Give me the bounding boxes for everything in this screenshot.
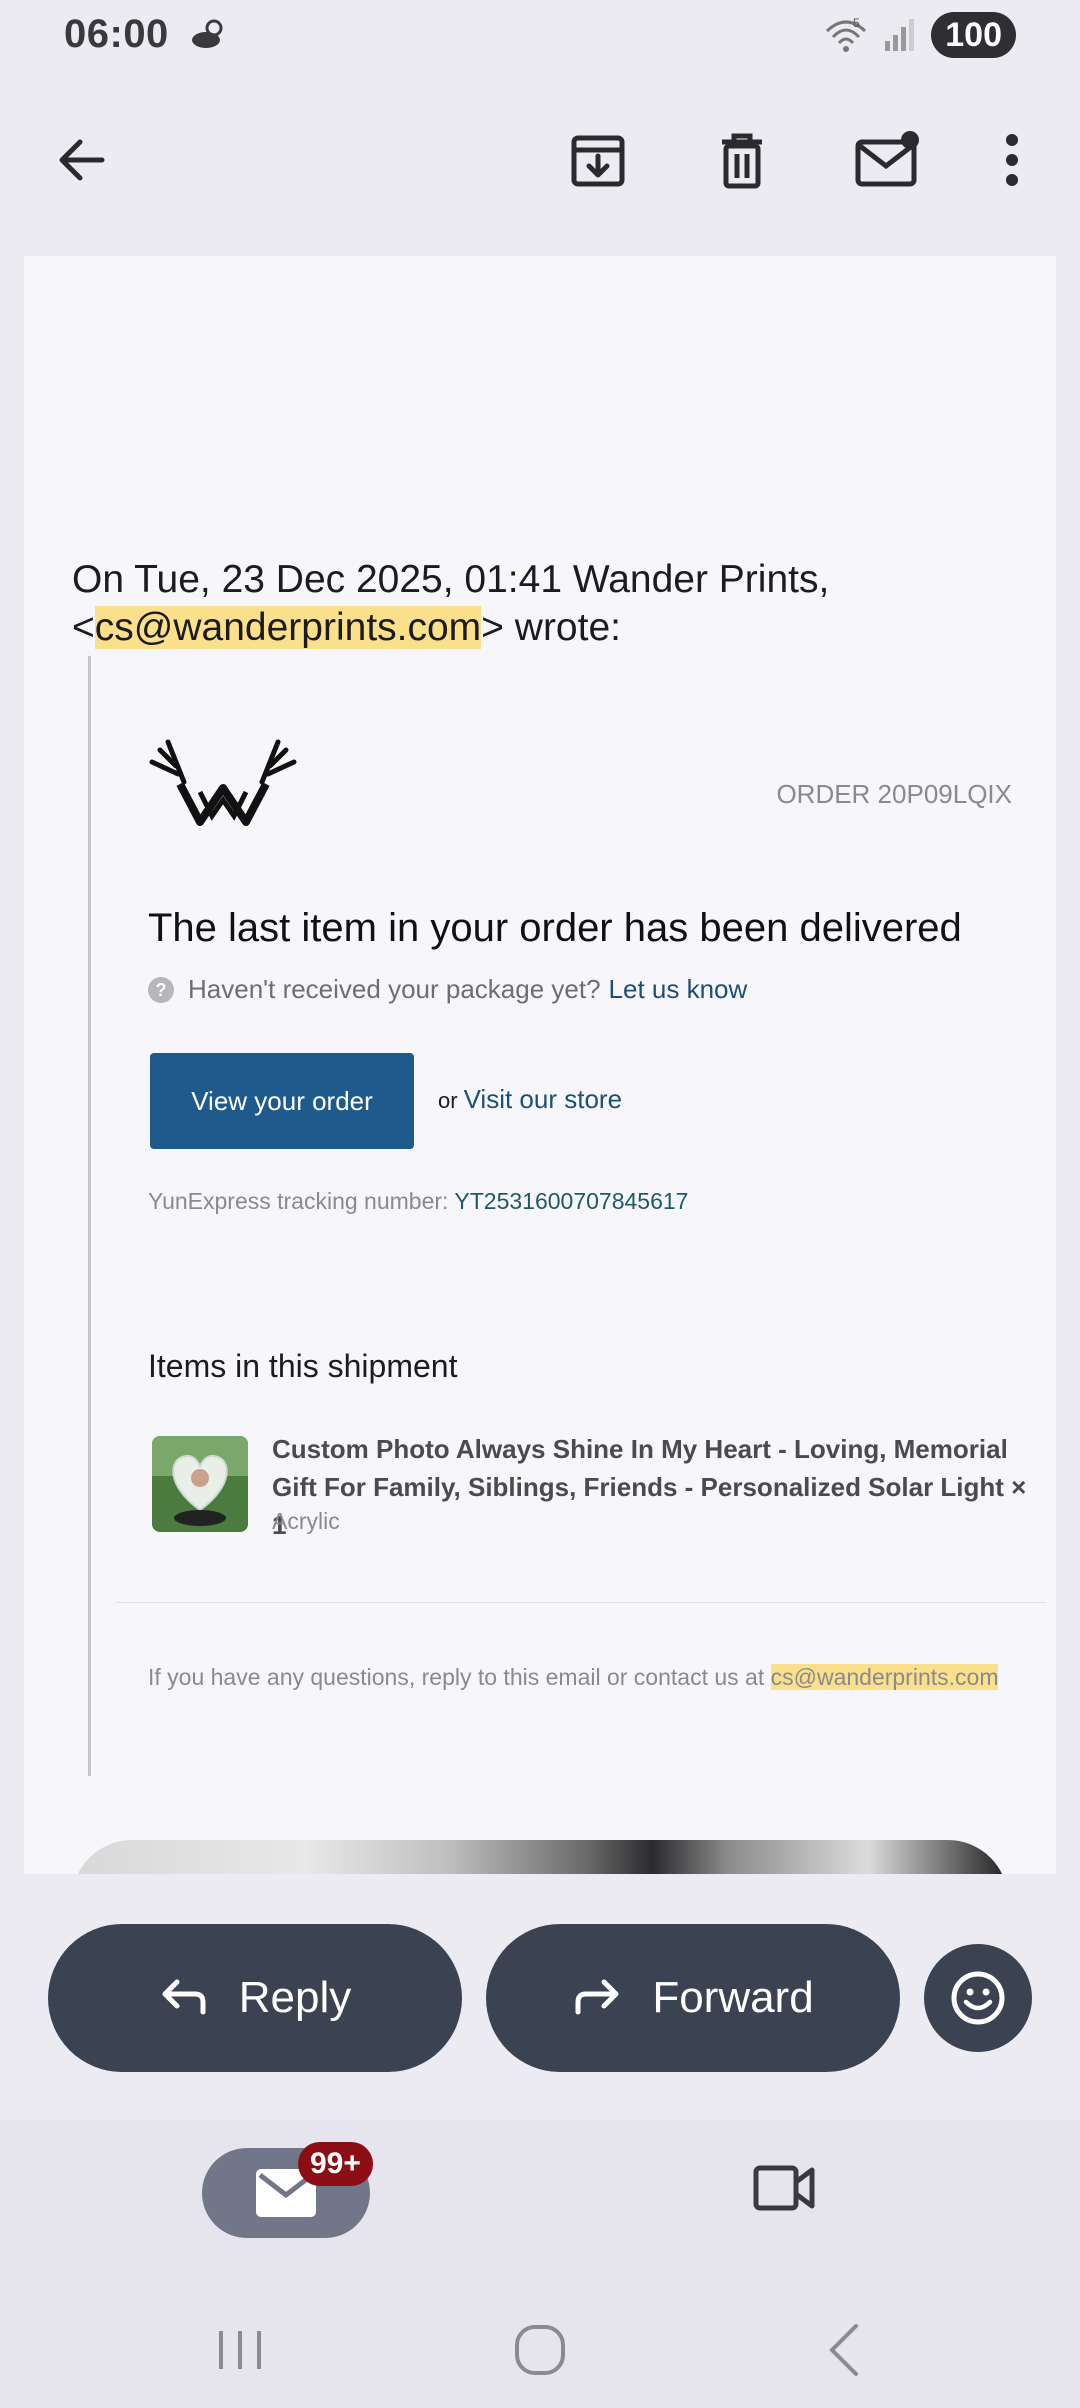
not-received-text: Haven't received your package yet? (188, 974, 601, 1004)
forward-button[interactable]: Forward (486, 1924, 900, 2072)
or-text: or (438, 1088, 458, 1113)
or-visit-store: or Visit our store (438, 1084, 622, 1115)
app-bar (0, 100, 1080, 220)
items-heading: Items in this shipment (148, 1348, 458, 1384)
system-back-icon[interactable] (804, 2310, 884, 2390)
battery-level: 100 (931, 12, 1016, 58)
not-received-line: ? Haven't received your package yet? Let… (148, 974, 747, 1005)
emoji-reaction-button[interactable] (924, 1944, 1032, 2052)
quote-email-link[interactable]: cs@wanderprints.com (94, 606, 482, 649)
item-thumbnail (152, 1436, 248, 1532)
unread-badge: 99+ (298, 2142, 373, 2186)
status-bar: 06:00 5 100 (0, 0, 1080, 72)
smiley-icon (951, 1971, 1005, 2025)
visit-store-link[interactable]: Visit our store (464, 1084, 622, 1114)
status-icons: 5 100 (823, 12, 1016, 58)
contact-email-link[interactable]: cs@wanderprints.com (770, 1664, 999, 1690)
tracking-label: YunExpress tracking number: (148, 1188, 449, 1214)
video-camera-icon (753, 2165, 815, 2211)
item-name: Custom Photo Always Shine In My Heart - … (272, 1434, 1027, 1540)
tracking-line: YunExpress tracking number: YT2531600707… (148, 1188, 688, 1215)
item-variant: Acrylic (272, 1508, 340, 1534)
quote-tail: > wrote: (481, 606, 621, 649)
delete-icon[interactable] (710, 128, 774, 192)
help-icon: ? (148, 976, 174, 1003)
archive-icon[interactable] (566, 128, 630, 192)
weather-icon (190, 16, 230, 55)
email-image-partial (72, 1840, 1008, 1874)
signal-icon (885, 19, 915, 51)
quote-bar (88, 656, 91, 1776)
reply-icon (162, 1979, 206, 2015)
meet-tab[interactable] (752, 2158, 816, 2228)
let-us-know-link[interactable]: Let us know (609, 974, 748, 1005)
network-type: 5 (853, 16, 860, 30)
view-your-order-button[interactable]: View your order (150, 1053, 414, 1149)
action-bar: Reply Forward (0, 1874, 1080, 2120)
wifi-icon: 5 (826, 16, 867, 52)
status-time: 06:00 (64, 12, 169, 56)
home-icon[interactable] (500, 2310, 580, 2390)
recent-apps-icon[interactable] (200, 2310, 280, 2390)
order-number: ORDER 20P09LQIX (776, 779, 1012, 809)
contact-line: If you have any questions, reply to this… (148, 1664, 999, 1691)
back-arrow-icon[interactable] (50, 128, 114, 192)
mark-unread-icon[interactable] (854, 128, 924, 192)
divider (116, 1602, 1046, 1603)
quote-lt: < (72, 606, 95, 649)
delivered-title: The last item in your order has been del… (148, 906, 962, 950)
tracking-number-link[interactable]: YT2531600707845617 (454, 1188, 688, 1214)
wander-prints-logo (148, 736, 298, 856)
more-vert-icon[interactable] (980, 128, 1044, 192)
bottom-nav: 99+ (0, 2120, 1080, 2408)
quote-header: On Tue, 23 Dec 2025, 01:41 Wander Prints… (72, 556, 1012, 652)
quote-intro: On Tue, 23 Dec 2025, 01:41 Wander Prints… (72, 558, 830, 601)
email-body: On Tue, 23 Dec 2025, 01:41 Wander Prints… (24, 256, 1056, 1874)
reply-button[interactable]: Reply (48, 1924, 462, 2072)
forward-label: Forward (652, 1973, 814, 2022)
reply-label: Reply (238, 1973, 352, 2022)
forward-icon (575, 1979, 619, 2015)
contact-text: If you have any questions, reply to this… (148, 1664, 765, 1690)
